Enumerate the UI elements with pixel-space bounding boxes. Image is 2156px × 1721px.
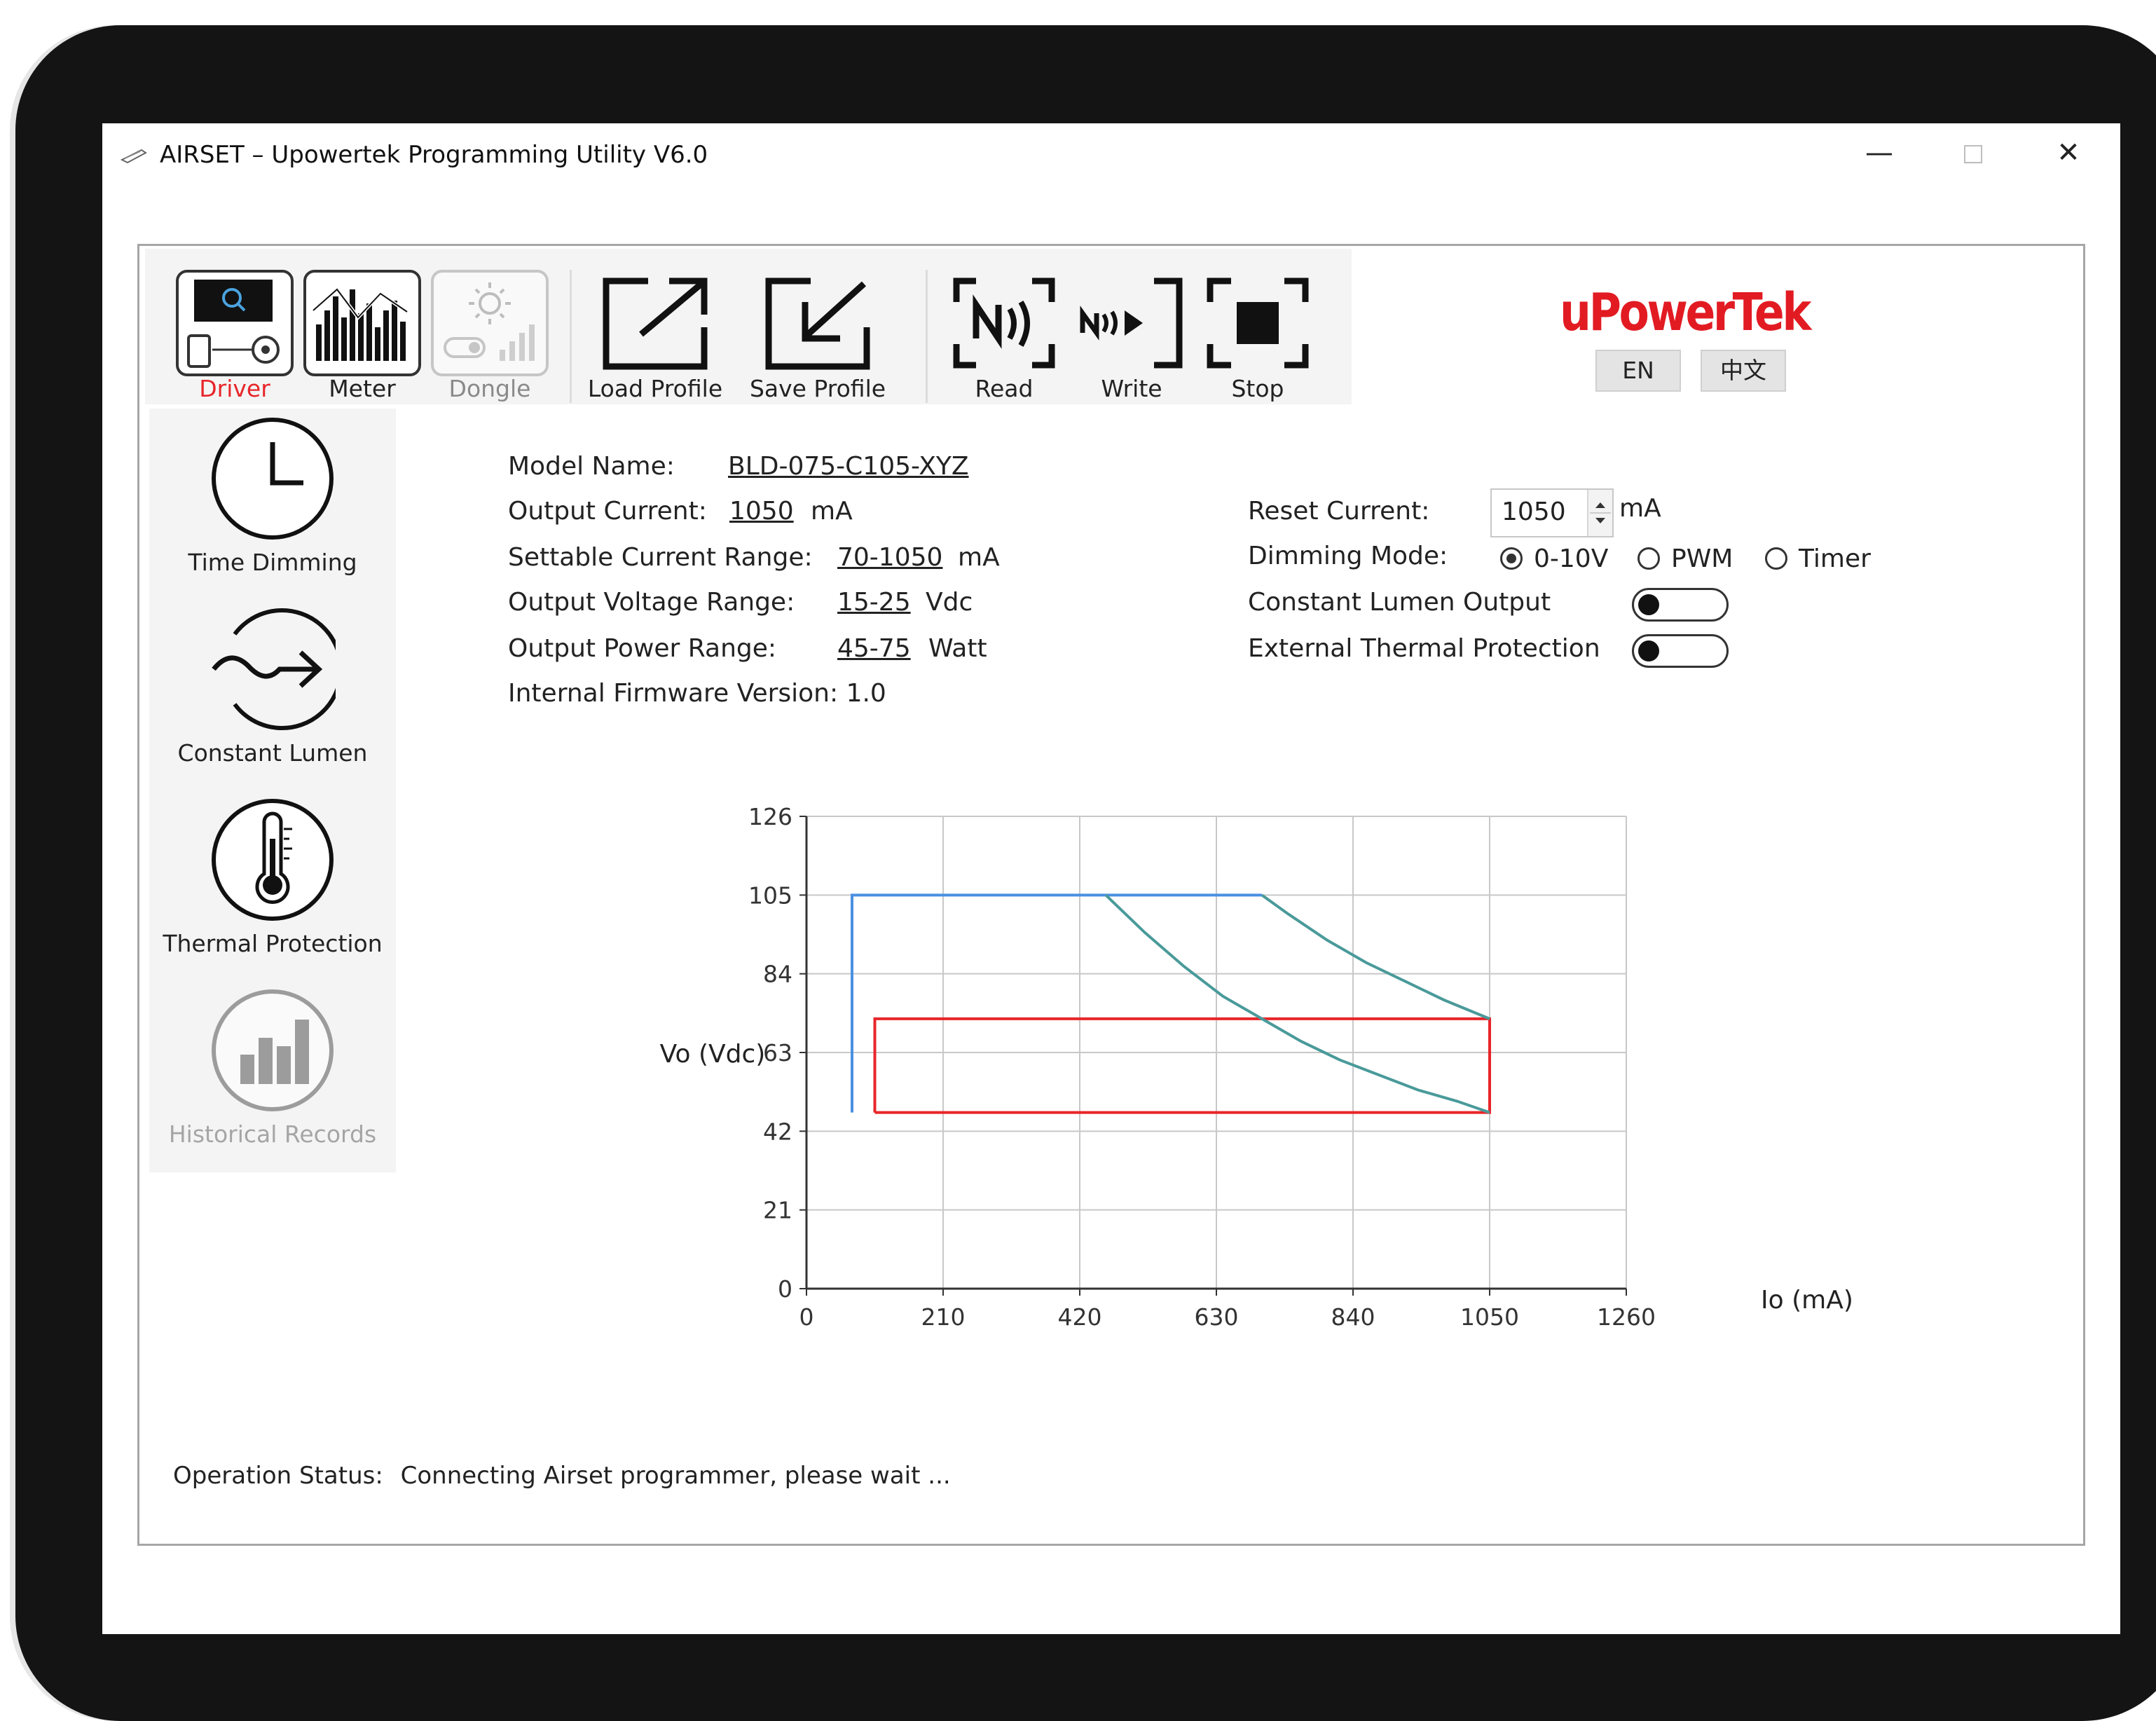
app-icon — [121, 149, 147, 164]
main-panel: Driver Meter Dongle Load Profile Save Pr… — [137, 244, 2085, 1546]
x-tick-label: 210 — [921, 1303, 966, 1331]
x-tick-label: 630 — [1195, 1303, 1239, 1331]
y-tick-label: 0 — [778, 1275, 792, 1303]
title-bar[interactable]: AIRSET – Upowertek Programming Utility V… — [102, 123, 2120, 186]
operation-area-line — [873, 1017, 1491, 1114]
x-tick-label: 1260 — [1597, 1303, 1656, 1331]
x-tick-label: 420 — [1058, 1303, 1102, 1331]
window-title: AIRSET – Upowertek Programming Utility V… — [160, 141, 708, 169]
maximize-button[interactable]: □ — [1952, 132, 1994, 174]
operation-status: Operation Status: Connecting Airset prog… — [173, 1460, 951, 1492]
tablet-frame: AIRSET – Upowertek Programming Utility V… — [15, 25, 2156, 1721]
vi-chart: 0 210 420 630 840 1050 1260 0 21 42 63 84 105 126 Io (… — [660, 803, 1853, 1331]
app-window: AIRSET – Upowertek Programming Utility V… — [102, 123, 2120, 1634]
minimize-button[interactable]: — — [1858, 132, 1900, 174]
y-axis-label: Vo (Vdc) — [660, 1040, 766, 1069]
y-tick-label: 21 — [763, 1197, 792, 1224]
y-tick-label: 105 — [748, 882, 792, 909]
x-axis-label: Io (mA) — [1761, 1286, 1853, 1315]
performance-curve-line — [1261, 893, 1490, 1020]
y-tick-label: 84 — [763, 961, 792, 988]
y-tick-label: 42 — [763, 1118, 792, 1145]
x-tick-label: 840 — [1331, 1303, 1375, 1331]
y-tick-label: 126 — [748, 803, 792, 830]
x-tick-label: 0 — [799, 1303, 814, 1331]
status-label: Operation Status: — [173, 1462, 383, 1490]
performance-curve-line — [1104, 893, 1490, 1114]
performance-envelope-line — [851, 893, 1262, 1113]
close-button[interactable]: ✕ — [2047, 132, 2089, 174]
status-text: Connecting Airset programmer, please wai… — [400, 1462, 951, 1490]
y-tick-label: 63 — [763, 1039, 792, 1067]
x-tick-label: 1050 — [1460, 1303, 1519, 1331]
